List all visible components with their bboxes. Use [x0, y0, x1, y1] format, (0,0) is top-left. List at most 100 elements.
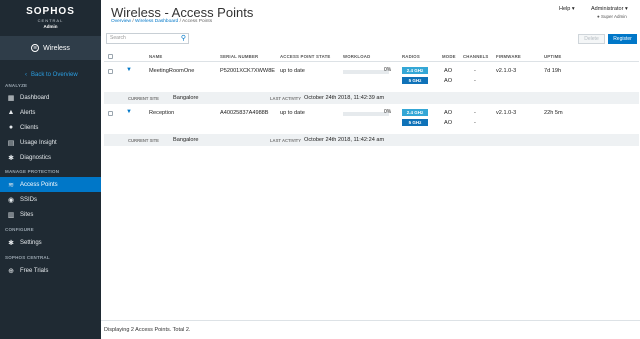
col-serial[interactable]: SERIAL NUMBER [220, 54, 258, 59]
last-activity-label: LAST ACTIVITY [270, 138, 302, 143]
select-all-checkbox[interactable] [108, 54, 113, 59]
breadcrumb-overview[interactable]: Overview [111, 19, 131, 24]
nav-label: Sites [20, 211, 34, 218]
user-icon: ● [8, 124, 14, 131]
register-button[interactable]: Register [608, 34, 637, 44]
expand-caret-icon[interactable]: ▼ [126, 109, 132, 115]
last-activity-label: LAST ACTIVITY [270, 96, 302, 101]
wifi-circle-icon: ≋ [31, 44, 40, 52]
nav-label: Settings [20, 239, 42, 246]
row-checkbox[interactable] [108, 69, 113, 74]
nav-item-sites[interactable]: ▥ Sites [0, 207, 101, 222]
workload-value: 0% [384, 67, 392, 73]
dashboard-icon: ▦ [7, 94, 15, 102]
workload-value: 0% [384, 109, 392, 115]
user-role: ● Super Admin [597, 14, 627, 19]
page-title: Wireless - Access Points [111, 5, 254, 20]
nav-item-usage-insight[interactable]: ▤ Usage Insight [0, 135, 101, 150]
col-name[interactable]: NAME [149, 54, 162, 59]
toolbar: Search ⚲ Delete Register [104, 33, 637, 45]
channel-24: - [474, 110, 476, 116]
current-site-label: CURRENT SITE [128, 96, 159, 101]
ap-serial: A40025837A4988B [220, 110, 269, 116]
nav-item-dashboard[interactable]: ▦ Dashboard [0, 90, 101, 105]
nav-item-alerts[interactable]: ▲ Alerts [0, 105, 101, 120]
user-label: Administrator [591, 6, 624, 12]
main-content: Wireless - Access Points Overview / Wire… [101, 0, 640, 339]
nav-item-access-points[interactable]: ≋ Access Points [0, 177, 101, 192]
col-state[interactable]: ACCESS POINT STATE [280, 54, 330, 59]
breadcrumb-current: Access Points [181, 19, 213, 24]
search-placeholder: Search [110, 35, 126, 41]
search-icon[interactable]: ⚲ [181, 34, 186, 43]
last-activity-value: October 24th 2018, 11:42:39 am [304, 95, 385, 101]
section-sophos-central: SOPHOS CENTRAL [5, 255, 50, 260]
section-manage: MANAGE PROTECTION [5, 169, 60, 174]
gear-icon: ✱ [8, 154, 14, 162]
chevron-down-icon: ▾ [624, 6, 628, 12]
back-link-label: Back to Overview [31, 72, 78, 78]
uptime: 22h 5m [544, 110, 563, 116]
breadcrumb: Overview / Wireless Dashboard / Access P… [111, 19, 212, 24]
channel-24: - [474, 68, 476, 74]
ap-name[interactable]: MeetingRoomOne [149, 68, 194, 74]
sidebar: SOPHOS CENTRAL Admin ≋ Wireless ‹ Back t… [0, 0, 101, 339]
mode-5: AO [444, 120, 453, 126]
ap-state: up to date [280, 68, 305, 74]
col-channels[interactable]: CHANNELS [463, 54, 488, 59]
user-icon: ● [597, 14, 600, 19]
col-firmware[interactable]: FIRMWARE [496, 54, 521, 59]
product-name: Wireless [43, 44, 70, 52]
sophos-logo[interactable]: SOPHOS CENTRAL Admin [0, 0, 101, 34]
mode-24: AO [444, 68, 453, 74]
alert-icon: ▲ [7, 109, 15, 116]
current-site-value: Bangalore [173, 137, 199, 143]
nav-label: SSIDs [20, 196, 38, 203]
ap-name[interactable]: Reception [149, 110, 174, 116]
nav-item-free-trials[interactable]: ⊕ Free Trials [0, 263, 101, 278]
gear-icon: ✱ [8, 239, 14, 247]
building-icon: ▥ [7, 211, 15, 219]
mode-5: AO [444, 78, 453, 84]
col-workload[interactable]: WORKLOAD [343, 54, 370, 59]
network-icon: ◉ [7, 196, 15, 204]
row-detail: CURRENT SITE Bangalore LAST ACTIVITY Oct… [104, 92, 639, 104]
back-to-overview-link[interactable]: ‹ Back to Overview [0, 68, 101, 82]
channel-5: - [474, 120, 476, 126]
breadcrumb-wireless-dashboard[interactable]: Wireless Dashboard [135, 19, 178, 24]
last-activity-value: October 24th 2018, 11:42:24 am [304, 137, 385, 143]
ap-serial: P52001XCK7XWW8E [220, 68, 276, 74]
nav-item-settings[interactable]: ✱ Settings [0, 235, 101, 250]
uptime: 7d 19h [544, 68, 562, 74]
expand-caret-icon[interactable]: ▼ [126, 67, 132, 73]
help-menu[interactable]: Help ▾ [559, 6, 575, 12]
nav-label: Access Points [20, 181, 58, 188]
table-footer: Displaying 2 Access Points. Total 2. [101, 320, 640, 339]
nav-label: Free Trials [20, 267, 49, 274]
channel-5: - [474, 78, 476, 84]
col-uptime[interactable]: UPTIME [544, 54, 561, 59]
col-mode[interactable]: MODE [442, 54, 456, 59]
search-input[interactable]: Search ⚲ [106, 33, 189, 44]
nav-label: Usage Insight [20, 139, 57, 146]
row-detail: CURRENT SITE Bangalore LAST ACTIVITY Oct… [104, 134, 639, 146]
nav-item-clients[interactable]: ● Clients [0, 120, 101, 135]
table-header: NAME SERIAL NUMBER ACCESS POINT STATE WO… [104, 50, 639, 62]
workload-bar [343, 112, 389, 116]
nav-label: Clients [20, 124, 39, 131]
user-menu[interactable]: Administrator ▾ [591, 6, 628, 12]
product-header: ≋ Wireless [0, 36, 101, 60]
col-radios[interactable]: RADIOS [402, 54, 420, 59]
radio-5ghz-badge: 5 GHz [402, 77, 428, 84]
logo-brand: SOPHOS [26, 5, 75, 17]
ap-state: up to date [280, 110, 305, 116]
nav-item-diagnostics[interactable]: ✱ Diagnostics [0, 150, 101, 165]
nav-label: Dashboard [20, 94, 50, 101]
table-row[interactable]: ▼ Reception A40025837A4988B up to date 0… [104, 106, 639, 133]
nav-item-ssids[interactable]: ◉ SSIDs [0, 192, 101, 207]
workload-bar [343, 70, 389, 74]
row-checkbox[interactable] [108, 111, 113, 116]
table-row[interactable]: ▼ MeetingRoomOne P52001XCK7XWW8E up to d… [104, 64, 639, 91]
delete-button[interactable]: Delete [578, 34, 605, 44]
chevron-left-icon: ‹ [25, 72, 27, 78]
